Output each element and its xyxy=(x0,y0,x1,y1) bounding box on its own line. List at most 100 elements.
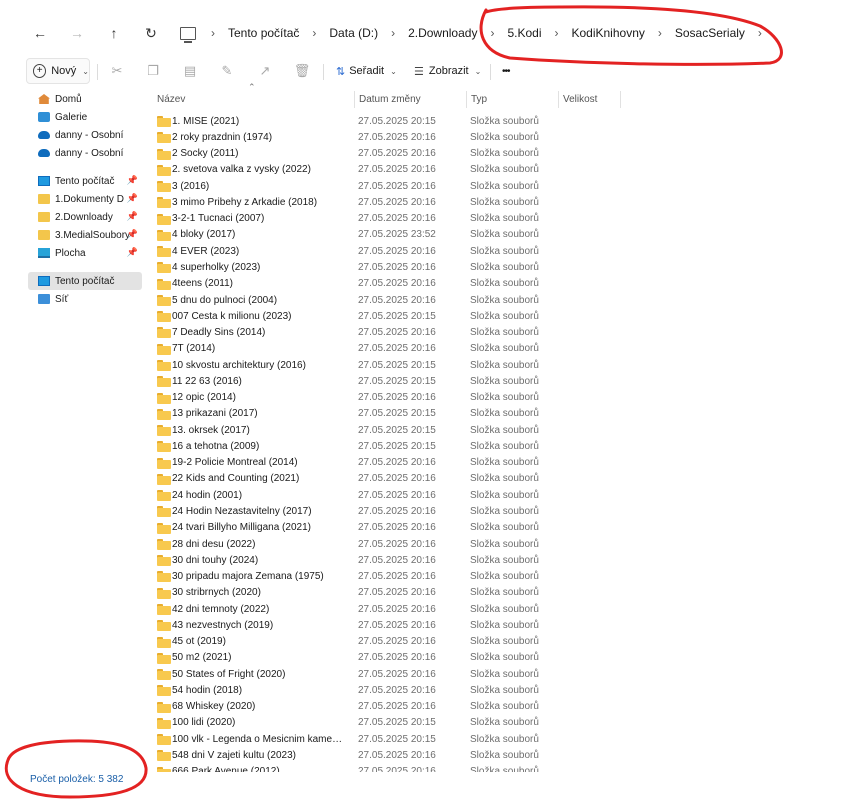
copy-icon: ❐ xyxy=(147,63,159,78)
column-header-date[interactable]: Datum změny xyxy=(359,90,464,108)
folder-row[interactable]: 4 EVER (2023) 27.05.2025 20:16 Složka soub… xyxy=(150,243,570,259)
back-button[interactable]: ← xyxy=(31,24,49,42)
copy-button[interactable]: ❐ xyxy=(146,58,160,84)
folder-row[interactable]: 54 hodin (2018) 27.05.2025 20:16 Složka so… xyxy=(150,682,570,698)
folder-row[interactable]: 68 Whiskey (2020) 27.05.2025 20:16 Složka … xyxy=(150,699,570,715)
folder-type: Složka souborů xyxy=(470,636,539,648)
folder-row[interactable]: 2. svetova valka z vysky (2022) 27.05.202… xyxy=(150,162,570,178)
folder-row[interactable]: 3 mimo Pribehy z Arkadie (2018) 27.05.202… xyxy=(150,194,570,210)
folder-row[interactable]: 50 m2 (2021) 27.05.2025 20:16 Složka soubo… xyxy=(150,650,570,666)
folder-row[interactable]: 4 superholky (2023) 27.05.2025 20:16 Složk… xyxy=(150,259,570,275)
folder-row[interactable]: 42 dni temnoty (2022) 27.05.2025 20:16 Slo… xyxy=(150,601,570,617)
folder-row[interactable]: 30 dni touhy (2024) 27.05.2025 20:16 Složk… xyxy=(150,552,570,568)
chevron-right-icon[interactable]: › xyxy=(649,26,671,40)
sidebar-item-onedrive[interactable]: danny - Osobní xyxy=(28,144,142,162)
column-divider[interactable] xyxy=(620,91,621,108)
sort-button[interactable]: ⇅ Seřadit ⌄ xyxy=(336,58,397,84)
column-header-name[interactable]: Název xyxy=(157,90,352,108)
folder-row[interactable]: 24 tvari Billyho Milligana (2021) 27.05.2… xyxy=(150,520,570,536)
folder-row[interactable]: 4 bloky (2017) 27.05.2025 23:52 Složka sou… xyxy=(150,227,570,243)
folder-date: 27.05.2025 20:16 xyxy=(358,457,436,469)
folder-row[interactable]: 13. okrsek (2017) 27.05.2025 20:15 Složka … xyxy=(150,422,570,438)
chevron-right-icon[interactable]: › xyxy=(303,26,325,40)
chevron-right-icon[interactable]: › xyxy=(382,26,404,40)
sidebar-item-network[interactable]: Síť xyxy=(28,290,142,308)
forward-button[interactable]: → xyxy=(68,24,86,42)
rename-button[interactable]: ✎ xyxy=(220,58,234,84)
sidebar-item-this-pc-pinned[interactable]: Tento počítač 📌 xyxy=(28,172,142,190)
folder-row[interactable]: 5 dnu do pulnoci (2004) 27.05.2025 20:16 S… xyxy=(150,292,570,308)
folder-icon xyxy=(157,278,171,290)
folder-row[interactable]: 2 Socky (2011) 27.05.2025 20:16 Složka sou… xyxy=(150,146,570,162)
view-button[interactable]: ☰ Zobrazit ⌄ xyxy=(414,58,481,84)
paste-button[interactable]: ▤ xyxy=(183,58,197,84)
folder-row[interactable]: 548 dni V zajeti kultu (2023) 27.05.2025 … xyxy=(150,747,570,763)
chevron-right-icon[interactable]: › xyxy=(202,26,224,40)
annotation-circle-status xyxy=(4,739,148,799)
up-button[interactable]: ↑ xyxy=(105,24,123,42)
folder-row[interactable]: 22 Kids and Counting (2021) 27.05.2025 20… xyxy=(150,471,570,487)
folder-row[interactable]: 30 stribrnych (2020) 27.05.2025 20:16 Slož… xyxy=(150,585,570,601)
breadcrumb-item[interactable]: SosacSerialy xyxy=(671,26,749,40)
cut-button[interactable]: ✂ xyxy=(110,58,124,84)
breadcrumb-item[interactable]: Tento počítač xyxy=(224,26,303,40)
delete-button[interactable]: 🗑 xyxy=(294,58,311,84)
breadcrumb-item[interactable]: 5.Kodi xyxy=(503,26,545,40)
folder-row[interactable]: 12 opic (2014) 27.05.2025 20:16 Složka sou… xyxy=(150,390,570,406)
chevron-right-icon[interactable]: › xyxy=(545,26,567,40)
folder-row[interactable]: 24 Hodin Nezastavitelny (2017) 27.05.2025… xyxy=(150,503,570,519)
folder-icon xyxy=(157,294,171,306)
folder-row[interactable]: 007 Cesta k milionu (2023) 27.05.2025 20:… xyxy=(150,308,570,324)
sidebar-item-this-pc[interactable]: Tento počítač xyxy=(28,272,142,290)
breadcrumb-item[interactable]: 2.Downloady xyxy=(404,26,481,40)
chevron-right-icon[interactable]: › xyxy=(481,26,503,40)
folder-row[interactable]: 1. MISE (2021) 27.05.2025 20:15 Složka sou… xyxy=(150,113,570,129)
folder-row[interactable]: 16 a tehotna (2009) 27.05.2025 20:15 Složk… xyxy=(150,438,570,454)
folder-row[interactable]: 666 Park Avenue (2012) 27.05.2025 20:16 Sl… xyxy=(150,764,570,772)
sidebar-item-dokumenty[interactable]: 1.Dokumenty D 📌 xyxy=(28,190,142,208)
sidebar-item-gallery[interactable]: Galerie xyxy=(28,108,142,126)
folder-row[interactable]: 3 (2016) 27.05.2025 20:16 Složka souborů xyxy=(150,178,570,194)
folder-row[interactable]: 50 States of Fright (2020) 27.05.2025 20:… xyxy=(150,666,570,682)
folder-row[interactable]: 7T (2014) 27.05.2025 20:16 Složka souborů xyxy=(150,341,570,357)
folder-name: 007 Cesta k milionu (2023) xyxy=(172,310,292,322)
folder-row[interactable]: 28 dni desu (2022) 27.05.2025 20:16 Složka… xyxy=(150,536,570,552)
column-divider[interactable] xyxy=(466,91,467,108)
folder-icon xyxy=(157,750,171,762)
folder-row[interactable]: 10 skvostu architektury (2016) 27.05.2025… xyxy=(150,357,570,373)
more-options-button[interactable]: ••• xyxy=(502,58,510,84)
breadcrumb-item[interactable]: Data (D:) xyxy=(325,26,382,40)
folder-date: 27.05.2025 20:16 xyxy=(358,652,436,664)
folder-icon xyxy=(157,473,171,485)
folder-row[interactable]: 3-2-1 Tucnaci (2007) 27.05.2025 20:16 Slož… xyxy=(150,211,570,227)
share-button[interactable]: ↗ xyxy=(258,58,272,84)
new-button[interactable]: + Nový ⌄ xyxy=(26,58,90,84)
folder-row[interactable]: 45 ot (2019) 27.05.2025 20:16 Složka soubo… xyxy=(150,634,570,650)
column-divider[interactable] xyxy=(558,91,559,108)
sidebar-item-onedrive[interactable]: danny - Osobní xyxy=(28,126,142,144)
folder-row[interactable]: 24 hodin (2001) 27.05.2025 20:16 Složka so… xyxy=(150,487,570,503)
sidebar-item-home[interactable]: Domů xyxy=(28,90,142,108)
pin-icon: 📌 xyxy=(126,175,138,185)
sidebar-item-desktop[interactable]: Plocha 📌 xyxy=(28,244,142,262)
folder-name: 19-2 Policie Montreal (2014) xyxy=(172,457,298,469)
column-divider[interactable] xyxy=(354,91,355,108)
breadcrumb-item[interactable]: KodiKnihovny xyxy=(567,26,648,40)
folder-row[interactable]: 100 lidi (2020) 27.05.2025 20:15 Složka so… xyxy=(150,715,570,731)
folder-row[interactable]: 2 roky prazdnin (1974) 27.05.2025 20:16 Sl… xyxy=(150,129,570,145)
chevron-right-icon[interactable]: › xyxy=(749,26,771,40)
folder-row[interactable]: 100 vlk - Legenda o Mesicnim kameni (2..… xyxy=(150,731,570,747)
folder-row[interactable]: 19-2 Policie Montreal (2014) 27.05.2025 2… xyxy=(150,455,570,471)
sidebar-item-medialsoubory[interactable]: 3.MedialSoubory 📌 xyxy=(28,226,142,244)
folder-row[interactable]: 43 nezvestnych (2019) 27.05.2025 20:16 Slo… xyxy=(150,617,570,633)
column-header-type[interactable]: Typ xyxy=(471,90,556,108)
folder-row[interactable]: 7 Deadly Sins (2014) 27.05.2025 20:16 Slož… xyxy=(150,324,570,340)
folder-row[interactable]: 30 pripadu majora Zemana (1975) 27.05.202… xyxy=(150,568,570,584)
sidebar-item-downloady[interactable]: 2.Downloady 📌 xyxy=(28,208,142,226)
folder-row[interactable]: 11 22 63 (2016) 27.05.2025 20:15 Složka so… xyxy=(150,373,570,389)
folder-row[interactable]: 4teens (2011) 27.05.2025 20:16 Složka soub… xyxy=(150,276,570,292)
refresh-button[interactable]: ↻ xyxy=(142,24,160,42)
folder-icon xyxy=(157,213,171,225)
column-header-size[interactable]: Velikost xyxy=(563,90,618,108)
folder-row[interactable]: 13 prikazani (2017) 27.05.2025 20:15 Složk… xyxy=(150,406,570,422)
